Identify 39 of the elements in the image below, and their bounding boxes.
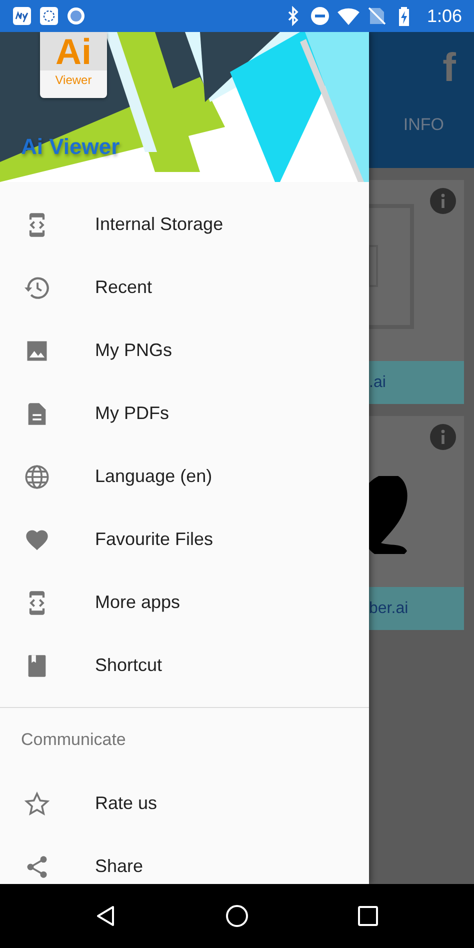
recents-button[interactable] [356, 904, 380, 928]
menu-item-label: Rate us [95, 793, 158, 814]
globe-icon [24, 464, 50, 490]
drawer-menu-item[interactable]: Internal Storage [0, 193, 369, 256]
drawer-menu-item[interactable]: More apps [0, 571, 369, 634]
menu-item-label: Share [95, 856, 144, 877]
menu-item-label: My PDFs [95, 403, 169, 424]
do-not-disturb-icon [310, 6, 330, 26]
status-time: 1:06 [426, 6, 462, 26]
menu-item-label: Recent [95, 277, 152, 298]
info-icon[interactable] [430, 424, 456, 450]
drawer-menu-item[interactable]: Share [0, 835, 369, 884]
file-name: .ai [369, 361, 464, 404]
drawer-menu-item[interactable]: My PNGs [0, 319, 369, 382]
app-notification-icon [39, 6, 59, 26]
home-button[interactable] [224, 904, 249, 928]
drawer-menu-item[interactable]: Shortcut [0, 634, 369, 697]
logo-caption: Viewer [55, 72, 92, 88]
drawer-menu-item[interactable]: My PDFs [0, 382, 369, 445]
drawer-menu-item[interactable]: Language (en) [0, 445, 369, 508]
info-icon[interactable] [430, 188, 456, 214]
drawer-menu-item[interactable]: Rate us [0, 772, 369, 835]
no-sim-icon [366, 6, 387, 26]
drawer-menu-item[interactable]: Recent [0, 256, 369, 319]
menu-item-label: Shortcut [95, 655, 162, 676]
drawer-menu-item[interactable]: Favourite Files [0, 508, 369, 571]
logo-text: Ai [56, 32, 92, 72]
menu-item-label: Internal Storage [95, 214, 224, 235]
menu-item-label: My PNGs [95, 340, 172, 361]
app-notification-icon [12, 6, 32, 26]
menu-item-label: More apps [95, 592, 180, 613]
star-icon [24, 790, 50, 816]
file-name: ber.ai [369, 587, 464, 630]
menu-item-label: Language (en) [95, 466, 212, 487]
history-icon [24, 274, 50, 300]
section-heading: Communicate [21, 730, 126, 750]
menu-item-label: Favourite Files [95, 529, 214, 550]
circle-notification-icon [66, 6, 86, 26]
wifi-icon [336, 6, 360, 26]
